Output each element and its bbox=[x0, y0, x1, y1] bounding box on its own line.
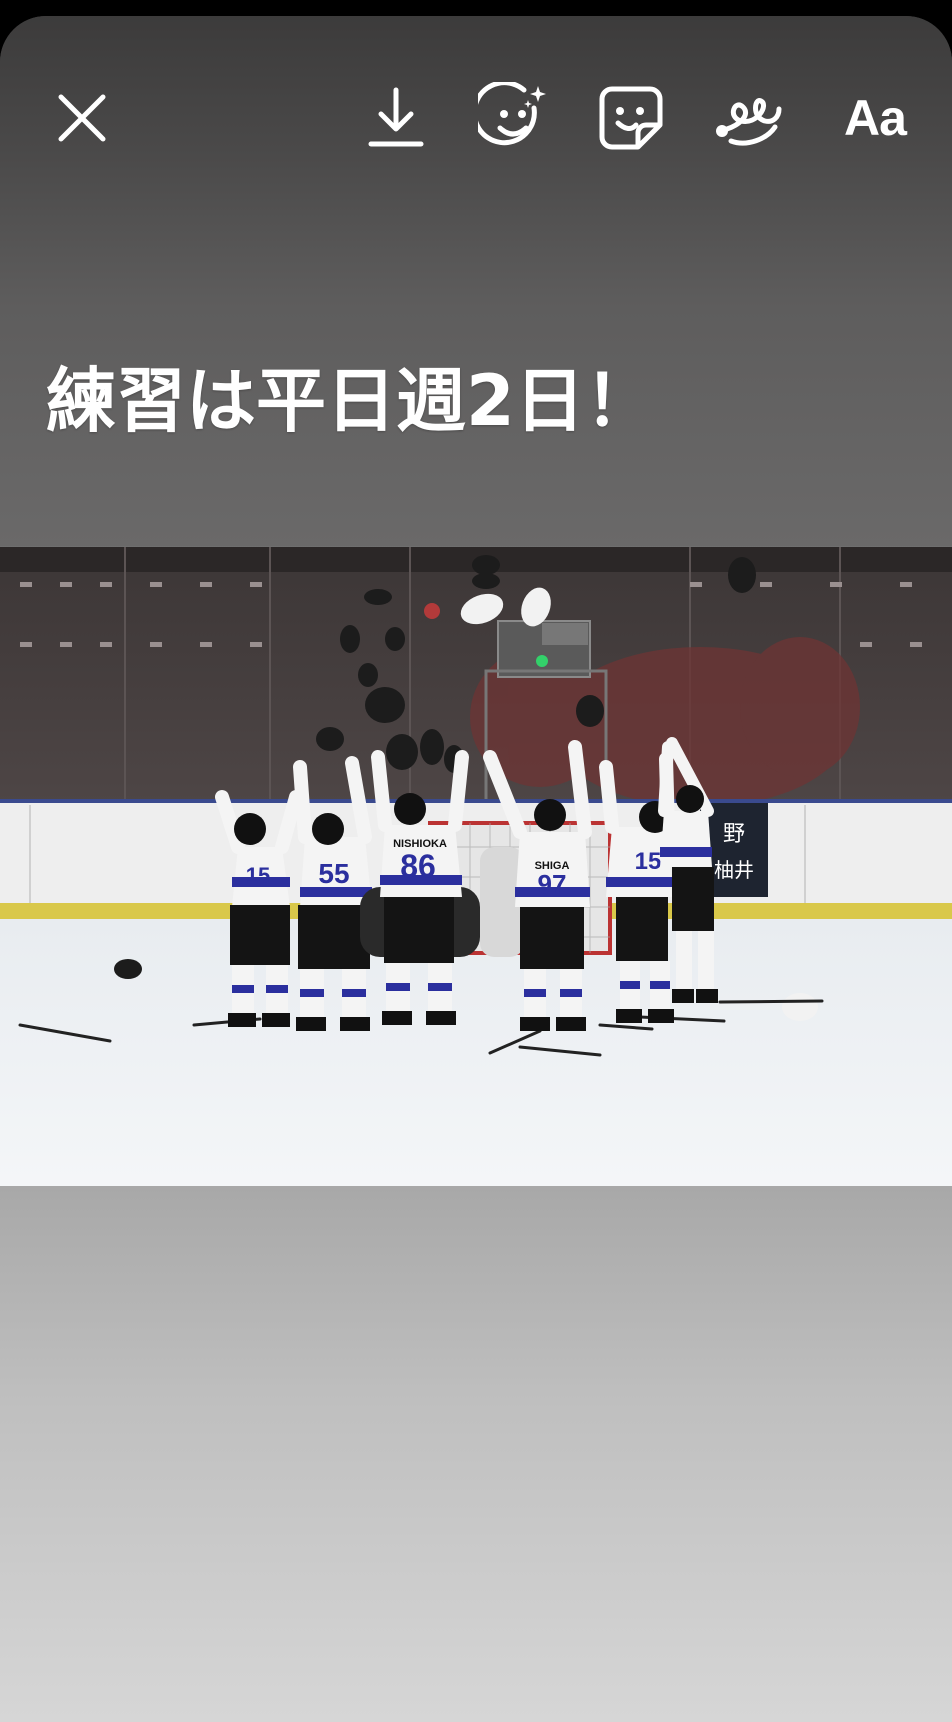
text-tool-button[interactable]: Aa bbox=[822, 74, 928, 162]
svg-text:86: 86 bbox=[400, 848, 436, 884]
close-icon bbox=[58, 94, 106, 142]
story-caption-text[interactable]: 練習は平日週2日！ bbox=[46, 356, 655, 446]
hockey-team-celebration-photo: 野 柚井 15 55 NISHIOKA 86 SHIGA 97 15 bbox=[0, 547, 952, 1186]
sticker-button[interactable] bbox=[587, 74, 675, 162]
bottom-background bbox=[0, 1186, 952, 1722]
editor-toolbar: Aa bbox=[0, 74, 952, 162]
face-effects-icon bbox=[478, 82, 546, 146]
download-icon bbox=[368, 87, 424, 147]
face-effects-button[interactable] bbox=[470, 74, 558, 162]
draw-button[interactable] bbox=[704, 74, 792, 162]
download-button[interactable] bbox=[352, 74, 440, 162]
story-editor-screen: Aa 練習は平日週2日！ 野 柚井 15 55 NISHIOKA 86 SHIG… bbox=[0, 16, 952, 1722]
story-photo[interactable]: 野 柚井 15 55 NISHIOKA 86 SHIGA 97 15 bbox=[0, 547, 952, 1186]
svg-text:柚井: 柚井 bbox=[714, 858, 754, 882]
svg-text:15: 15 bbox=[635, 848, 662, 875]
sticker-icon bbox=[599, 86, 663, 150]
svg-text:野: 野 bbox=[723, 822, 745, 847]
svg-text:97: 97 bbox=[538, 869, 567, 899]
close-button[interactable] bbox=[38, 74, 126, 162]
svg-text:55: 55 bbox=[318, 858, 349, 889]
draw-icon bbox=[716, 98, 782, 146]
text-tool-label: Aa bbox=[844, 90, 907, 146]
svg-text:15: 15 bbox=[246, 863, 270, 888]
